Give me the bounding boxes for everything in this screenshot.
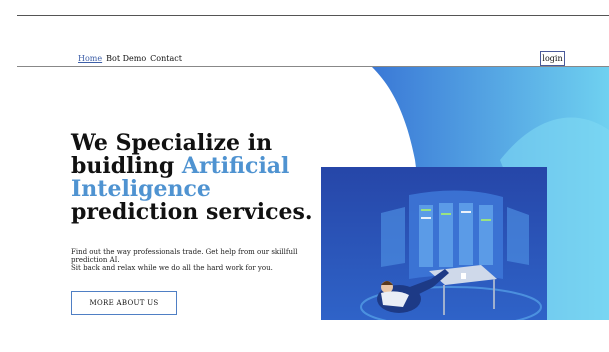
headline-line-3: prediction services. [71, 199, 313, 225]
main-nav: Home Bot Demo Contact [78, 54, 182, 63]
hero-illustration [321, 167, 547, 320]
nav-item-bot-demo[interactable]: Bot Demo [106, 54, 146, 63]
side-panel-right [507, 207, 529, 265]
coffee-cup [461, 273, 466, 279]
subtext-line-2: Sit back and relax while we do all the h… [71, 264, 273, 272]
more-about-us-button[interactable]: MORE ABOUT US [71, 291, 177, 315]
nav-item-contact[interactable]: Contact [150, 54, 182, 63]
login-button[interactable]: login [540, 51, 565, 66]
side-panel-left [381, 207, 405, 267]
subtext-line-1: Find out the way professionals trade. Ge… [71, 248, 298, 264]
nav-item-home[interactable]: Home [78, 54, 102, 63]
top-divider [17, 15, 609, 16]
nav-divider [17, 66, 609, 67]
hero-subtext: Find out the way professionals trade. Ge… [71, 248, 321, 272]
hero-headline: We Specialize in buidling Artificial Int… [71, 132, 331, 224]
